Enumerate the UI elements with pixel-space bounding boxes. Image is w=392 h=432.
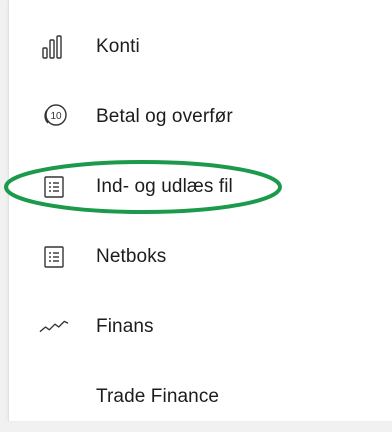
trend-line-icon bbox=[39, 312, 69, 342]
nav-item-label: Ind- og udlæs fil bbox=[96, 176, 233, 197]
nav-item-trade-finance[interactable]: Trade Finance bbox=[9, 362, 392, 432]
nav-item-konti[interactable]: Konti bbox=[9, 12, 392, 82]
nav-item-label: Trade Finance bbox=[96, 386, 220, 407]
navigation-panel: Konti 10 Betal og overfør Ind- og udlæs … bbox=[8, 0, 392, 421]
nav-menu: Konti 10 Betal og overfør Ind- og udlæs … bbox=[9, 12, 392, 432]
nav-item-label: Finans bbox=[96, 316, 154, 337]
nav-item-label: Betal og overfør bbox=[96, 106, 233, 127]
bar-chart-icon bbox=[39, 32, 69, 62]
nav-item-netboks[interactable]: Netboks bbox=[9, 222, 392, 292]
nav-item-finans[interactable]: Finans bbox=[9, 292, 392, 362]
coin-10-icon: 10 bbox=[39, 102, 69, 132]
coin-icon-text: 10 bbox=[50, 111, 62, 122]
file-list-icon bbox=[39, 172, 69, 202]
nav-item-label: Netboks bbox=[96, 246, 167, 267]
nav-item-label: Konti bbox=[96, 36, 140, 57]
file-list-icon bbox=[39, 242, 69, 272]
nav-item-betal-og-overfor[interactable]: 10 Betal og overfør bbox=[9, 82, 392, 152]
nav-item-ind-og-udlaes-fil[interactable]: Ind- og udlæs fil bbox=[9, 152, 392, 222]
